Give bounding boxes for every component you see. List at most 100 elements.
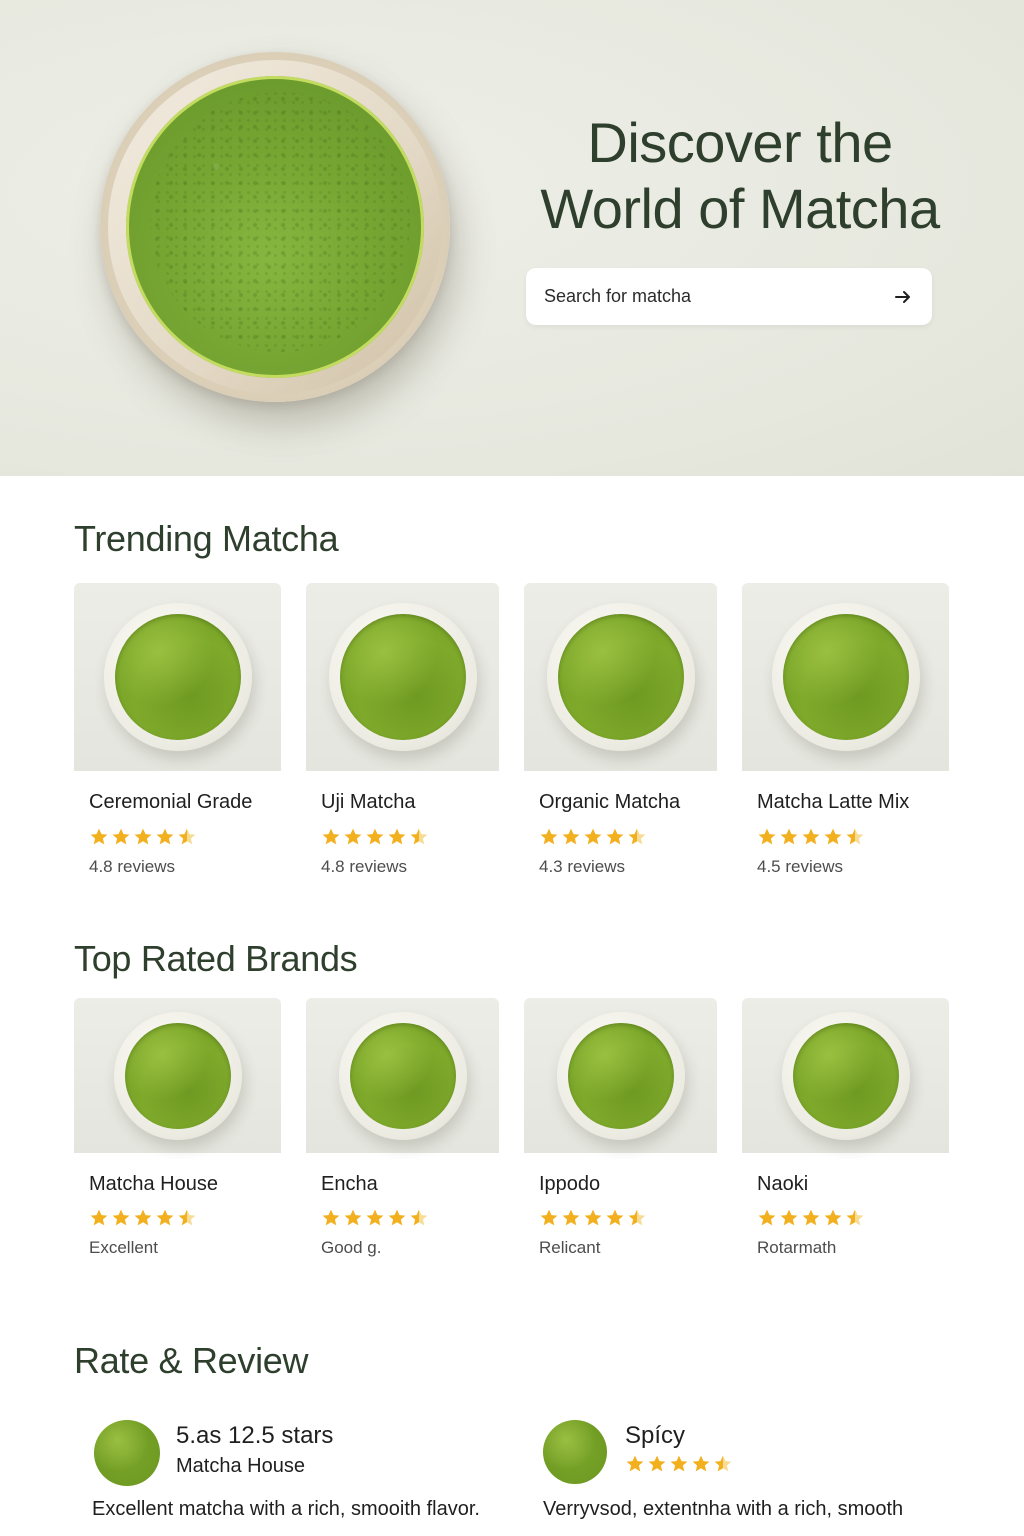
trending-grid: Ceremonial Grade 4.8 reviews Uji Matcha 4.8… xyxy=(74,583,950,893)
star-icon xyxy=(584,828,602,845)
brands-section-title: Top Rated Brands xyxy=(74,938,358,979)
star-icon xyxy=(388,1209,406,1226)
star-icon xyxy=(714,1455,732,1472)
card-title: Encha xyxy=(321,1173,378,1195)
star-icon xyxy=(322,1209,340,1226)
star-icon xyxy=(628,828,646,845)
star-icon xyxy=(846,1209,864,1226)
brand-card[interactable]: Matcha House Excellent xyxy=(74,998,281,1268)
brand-descriptor: Good g. xyxy=(321,1238,382,1257)
star-icon xyxy=(846,828,864,845)
hero-banner: Discover the World of Matcha xyxy=(0,0,1024,476)
star-icon xyxy=(758,828,776,845)
review-rating-text: 5.as 12.5 stars xyxy=(176,1422,334,1449)
star-icon xyxy=(802,828,820,845)
star-icon xyxy=(344,828,362,845)
review-text: Excellent matcha with a rich, smooith fl… xyxy=(92,1498,480,1520)
product-image xyxy=(524,583,717,771)
hero-title: Discover the World of Matcha xyxy=(500,110,980,242)
star-icon xyxy=(780,828,798,845)
product-card[interactable]: Organic Matcha 4.3 reviews xyxy=(524,583,717,883)
hero-title-line1: Discover the xyxy=(587,111,893,174)
star-icon xyxy=(156,1209,174,1226)
star-icon xyxy=(824,1209,842,1226)
rating-stars xyxy=(321,827,429,847)
rating-stars xyxy=(321,1208,429,1228)
review-brand-name: Matcha House xyxy=(176,1455,305,1477)
star-icon xyxy=(758,1209,776,1226)
star-icon xyxy=(540,828,558,845)
product-image xyxy=(524,998,717,1153)
product-image xyxy=(742,998,949,1153)
product-image xyxy=(74,583,281,771)
arrow-right-icon[interactable] xyxy=(892,286,914,308)
star-icon xyxy=(648,1455,666,1472)
brands-grid: Matcha House Excellent Encha Good g. Ippodo R… xyxy=(74,998,950,1278)
brand-descriptor: Relicant xyxy=(539,1238,601,1257)
star-icon xyxy=(178,1209,196,1226)
star-icon xyxy=(540,1209,558,1226)
star-icon xyxy=(178,828,196,845)
star-icon xyxy=(824,828,842,845)
star-icon xyxy=(388,828,406,845)
star-icon xyxy=(802,1209,820,1226)
review-stars xyxy=(625,1454,733,1474)
rating-stars xyxy=(89,1208,197,1228)
reviews-section-title: Rate & Review xyxy=(74,1340,309,1381)
card-title: Matcha House xyxy=(89,1173,218,1195)
search-input[interactable] xyxy=(544,286,892,307)
review-count: 4.8 reviews xyxy=(89,857,175,876)
star-icon xyxy=(606,828,624,845)
brand-card[interactable]: Ippodo Relicant xyxy=(524,998,717,1268)
review-card[interactable]: 5.as 12.5 stars Matcha House Excellent m… xyxy=(92,1420,514,1530)
avatar xyxy=(94,1420,160,1486)
review-count: 4.8 reviews xyxy=(321,857,407,876)
hero-title-line2: World of Matcha xyxy=(540,177,940,240)
card-title: Organic Matcha xyxy=(539,791,681,813)
star-icon xyxy=(112,1209,130,1226)
product-image xyxy=(306,998,499,1153)
star-icon xyxy=(692,1455,710,1472)
rating-stars xyxy=(757,827,865,847)
star-icon xyxy=(112,828,130,845)
rating-stars xyxy=(757,1208,865,1228)
star-icon xyxy=(780,1209,798,1226)
star-icon xyxy=(90,1209,108,1226)
star-icon xyxy=(606,1209,624,1226)
rating-stars xyxy=(539,827,647,847)
star-icon xyxy=(410,1209,428,1226)
star-icon xyxy=(366,1209,384,1226)
brand-card[interactable]: Encha Good g. xyxy=(306,998,499,1268)
avatar xyxy=(543,1420,607,1484)
product-image xyxy=(742,583,949,771)
product-card[interactable]: Ceremonial Grade 4.8 reviews xyxy=(74,583,281,883)
card-title: Ceremonial Grade xyxy=(89,791,253,813)
star-icon xyxy=(562,828,580,845)
product-image xyxy=(306,583,499,771)
product-card[interactable]: Uji Matcha 4.8 reviews xyxy=(306,583,499,883)
star-icon xyxy=(344,1209,362,1226)
card-title: Ippodo xyxy=(539,1173,601,1195)
review-card[interactable]: Spícy Verryvsod, extentnha with a rich, … xyxy=(543,1420,963,1530)
product-image xyxy=(74,998,281,1153)
review-text: Verryvsod, extentnha with a rich, smooth xyxy=(543,1498,904,1520)
product-card[interactable]: Matcha Latte Mix 4.5 reviews xyxy=(742,583,949,883)
trending-section-title: Trending Matcha xyxy=(74,518,339,559)
card-title: Uji Matcha xyxy=(321,791,416,813)
star-icon xyxy=(626,1455,644,1472)
star-icon xyxy=(156,828,174,845)
star-icon xyxy=(90,828,108,845)
rating-stars xyxy=(89,827,197,847)
star-icon xyxy=(410,828,428,845)
search-bar xyxy=(526,268,932,325)
brand-descriptor: Excellent xyxy=(89,1238,158,1257)
card-title: Naoki xyxy=(757,1173,809,1195)
star-icon xyxy=(628,1209,646,1226)
brand-card[interactable]: Naoki Rotarmath xyxy=(742,998,949,1268)
review-count: 4.3 reviews xyxy=(539,857,625,876)
star-icon xyxy=(584,1209,602,1226)
star-icon xyxy=(134,828,152,845)
brand-descriptor: Rotarmath xyxy=(757,1238,837,1257)
star-icon xyxy=(134,1209,152,1226)
star-icon xyxy=(366,828,384,845)
